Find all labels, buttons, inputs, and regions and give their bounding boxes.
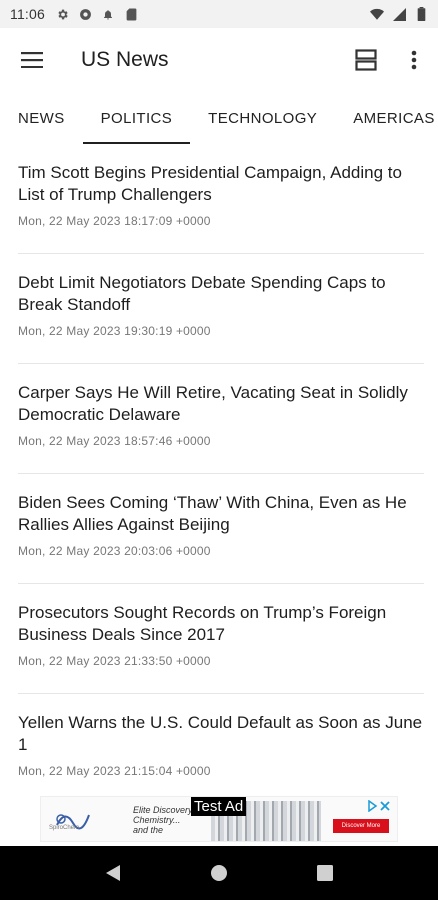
status-bar: 11:06 — [0, 0, 438, 28]
article-date: Mon, 22 May 2023 21:15:04 +0000 — [18, 764, 211, 778]
ad-copy: Elite Discovery Chemistry... and the — [133, 805, 193, 835]
article-date: Mon, 22 May 2023 18:17:09 +0000 — [18, 214, 211, 228]
battery-icon — [414, 7, 428, 21]
article-date: Mon, 22 May 2023 21:33:50 +0000 — [18, 654, 211, 668]
back-triangle-icon — [106, 865, 120, 881]
article-title: Debt Limit Negotiators Debate Spending C… — [18, 273, 386, 314]
view-layout-icon — [355, 49, 377, 71]
advertiser-name: SpiroChem — [49, 825, 80, 831]
gear-icon — [55, 7, 69, 21]
ad-copy-line: and the — [133, 825, 164, 835]
article-item[interactable]: Tim Scott Begins Presidential Campaign, … — [18, 144, 424, 254]
article-item[interactable]: Carper Says He Will Retire, Vacating Sea… — [18, 364, 424, 474]
tab-technology[interactable]: TECHNOLOGY — [190, 92, 335, 144]
notification-bell-icon — [101, 7, 115, 21]
category-tabs: NEWS POLITICS TECHNOLOGY AMERICAS SP — [0, 92, 438, 144]
nav-back-button[interactable] — [89, 849, 137, 897]
hamburger-menu-icon — [21, 52, 43, 68]
more-options-button[interactable] — [390, 28, 438, 92]
article-item[interactable]: Biden Sees Coming ‘Thaw’ With China, Eve… — [18, 474, 424, 584]
article-date: Mon, 22 May 2023 20:03:06 +0000 — [18, 544, 211, 558]
tab-politics[interactable]: POLITICS — [82, 92, 191, 144]
article-date: Mon, 22 May 2023 19:30:19 +0000 — [18, 324, 211, 338]
article-item[interactable]: Yellen Warns the U.S. Could Default as S… — [18, 694, 424, 792]
hamburger-menu-button[interactable] — [0, 28, 64, 92]
wifi-icon — [370, 7, 384, 21]
ad-cta-button[interactable]: Discover More — [333, 819, 389, 833]
sd-card-icon — [124, 7, 138, 21]
status-icons-left — [55, 7, 138, 21]
vpn-icon — [78, 7, 92, 21]
app-title: US News — [81, 48, 169, 71]
ad-copy-line: Elite Discovery — [133, 805, 193, 815]
recents-square-icon — [317, 865, 333, 881]
test-ad-label: Test Ad — [191, 797, 247, 816]
ad-choices-icon[interactable] — [367, 800, 391, 812]
article-title: Prosecutors Sought Records on Trump’s Fo… — [18, 603, 387, 644]
nav-home-button[interactable] — [195, 849, 243, 897]
ad-creative[interactable]: SpiroChem Elite Discovery Chemistry... a… — [40, 796, 398, 842]
tab-americas[interactable]: AMERICAS — [335, 92, 438, 144]
view-layout-button[interactable] — [342, 28, 390, 92]
article-item[interactable]: Prosecutors Sought Records on Trump’s Fo… — [18, 584, 424, 694]
tab-news[interactable]: NEWS — [0, 92, 83, 144]
status-icons-right — [370, 7, 428, 21]
article-title: Carper Says He Will Retire, Vacating Sea… — [18, 383, 408, 424]
article-date: Mon, 22 May 2023 18:57:46 +0000 — [18, 434, 211, 448]
app-bar-actions — [342, 28, 438, 92]
ad-banner[interactable]: SpiroChem Elite Discovery Chemistry... a… — [0, 792, 438, 846]
system-nav-bar — [0, 846, 438, 900]
article-item[interactable]: Debt Limit Negotiators Debate Spending C… — [18, 254, 424, 364]
app-bar: US News — [0, 28, 438, 92]
cell-signal-icon — [392, 7, 406, 21]
home-circle-icon — [211, 865, 227, 881]
article-title: Yellen Warns the U.S. Could Default as S… — [18, 713, 423, 754]
status-time: 11:06 — [10, 6, 45, 22]
article-title: Tim Scott Begins Presidential Campaign, … — [18, 163, 402, 204]
more-vert-icon — [411, 50, 417, 70]
article-title: Biden Sees Coming ‘Thaw’ With China, Eve… — [18, 493, 407, 534]
nav-recents-button[interactable] — [301, 849, 349, 897]
ad-copy-line: Chemistry... — [133, 815, 181, 825]
article-list: Tim Scott Begins Presidential Campaign, … — [0, 144, 438, 792]
